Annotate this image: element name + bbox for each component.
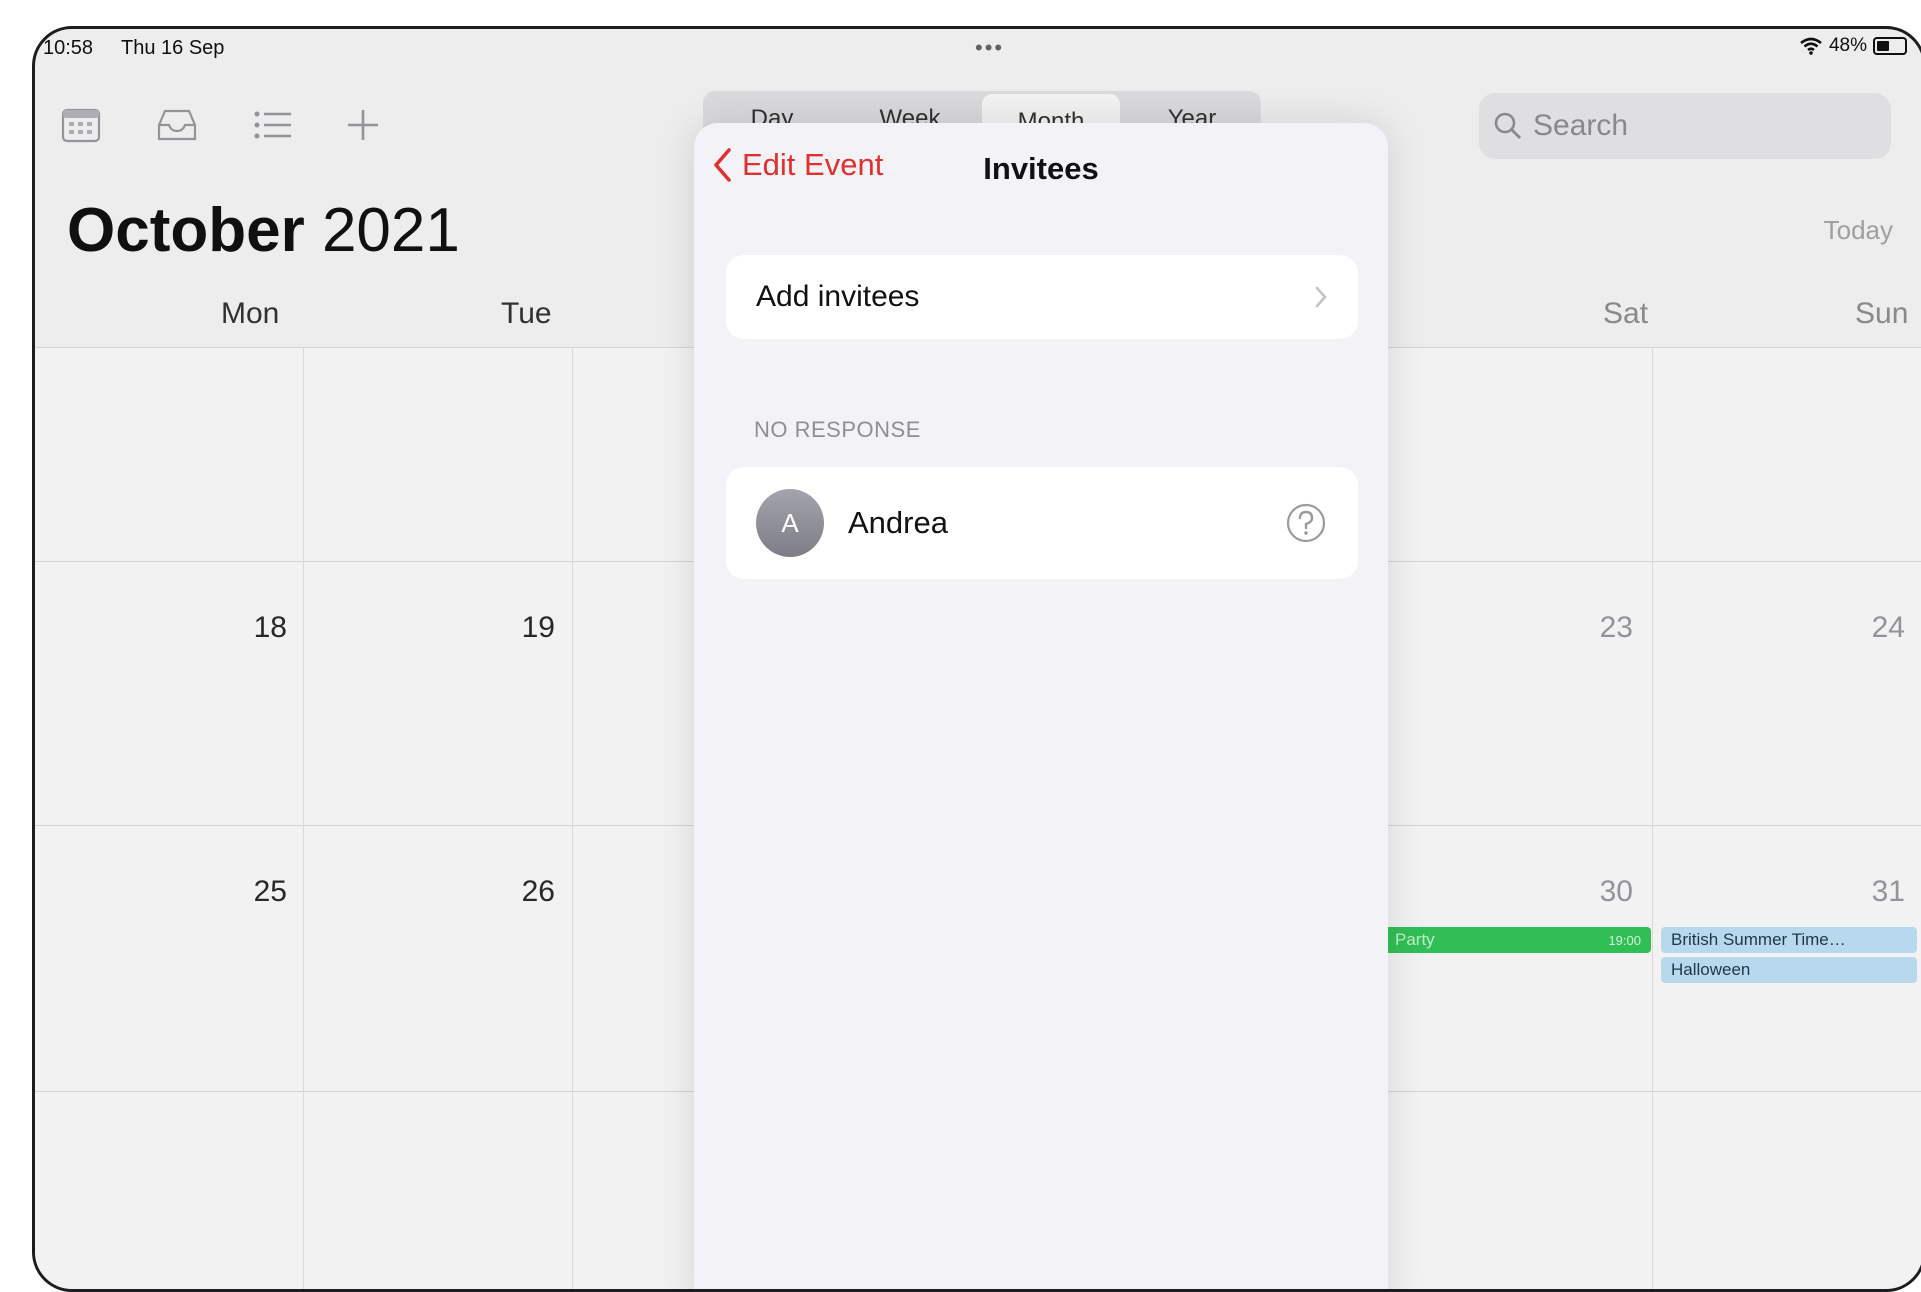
status-date: Thu 16 Sep <box>121 37 225 59</box>
month-name: October <box>67 196 305 265</box>
question-circle-icon[interactable] <box>1284 501 1328 545</box>
event-halloween[interactable]: Halloween <box>1661 957 1917 983</box>
day-30[interactable]: 30 <box>1573 875 1633 909</box>
event-party[interactable]: Party 19:00 <box>1385 927 1651 953</box>
battery-percent: 48% <box>1828 35 1867 56</box>
today-button[interactable]: Today <box>1824 215 1893 246</box>
plus-icon[interactable] <box>339 101 387 149</box>
event-title: Party <box>1395 930 1435 949</box>
event-british-summer-time[interactable]: British Summer Time… <box>1661 927 1917 953</box>
section-header-no-response: NO RESPONSE <box>754 417 921 442</box>
search-icon <box>1494 112 1521 139</box>
add-invitees-label: Add invitees <box>756 280 920 313</box>
event-title: British Summer Time… <box>1671 930 1846 949</box>
page-title: October 2021 <box>67 195 460 266</box>
event-title: Halloween <box>1671 960 1751 979</box>
day-25[interactable]: 25 <box>227 875 287 909</box>
search-placeholder: Search <box>1533 109 1629 142</box>
calendar-icon[interactable] <box>57 101 105 149</box>
search-field[interactable]: Search <box>1479 93 1891 159</box>
grid-line <box>572 347 573 1289</box>
day-31[interactable]: 31 <box>1845 875 1905 909</box>
add-invitees-row[interactable]: Add invitees <box>726 255 1358 339</box>
chevron-right-icon <box>1315 286 1327 308</box>
weekday-mon: Mon <box>221 297 280 330</box>
grid-line <box>303 347 304 1289</box>
status-time: 10:58 <box>43 37 94 59</box>
inbox-icon[interactable] <box>153 101 201 149</box>
multitasking-dots-icon[interactable]: ••• <box>975 35 1004 61</box>
invitee-name: Andrea <box>848 505 948 540</box>
invitees-sheet: Edit Event Invitees Add invitees NO RESP… <box>694 123 1388 1289</box>
day-26[interactable]: 26 <box>495 875 555 909</box>
grid-line <box>1652 347 1653 1289</box>
invitee-row[interactable]: A Andrea <box>726 467 1358 579</box>
day-18[interactable]: 18 <box>227 611 287 645</box>
sheet-title: Invitees <box>983 151 1099 186</box>
list-icon[interactable] <box>249 101 297 149</box>
status-indicators: 48% <box>1799 35 1907 57</box>
device-frame: 10:58 Thu 16 Sep ••• 48% Day Week Month … <box>32 26 1921 1292</box>
year: 2021 <box>321 196 460 265</box>
battery-icon <box>1873 37 1907 55</box>
event-time: 19:00 <box>1608 932 1641 948</box>
wifi-icon <box>1800 37 1822 55</box>
day-23[interactable]: 23 <box>1573 611 1633 645</box>
weekday-sun: Sun <box>1855 297 1909 330</box>
weekday-sat: Sat <box>1603 297 1649 330</box>
day-24[interactable]: 24 <box>1845 611 1905 645</box>
weekday-tue: Tue <box>501 297 552 330</box>
day-19[interactable]: 19 <box>495 611 555 645</box>
avatar: A <box>756 489 824 557</box>
